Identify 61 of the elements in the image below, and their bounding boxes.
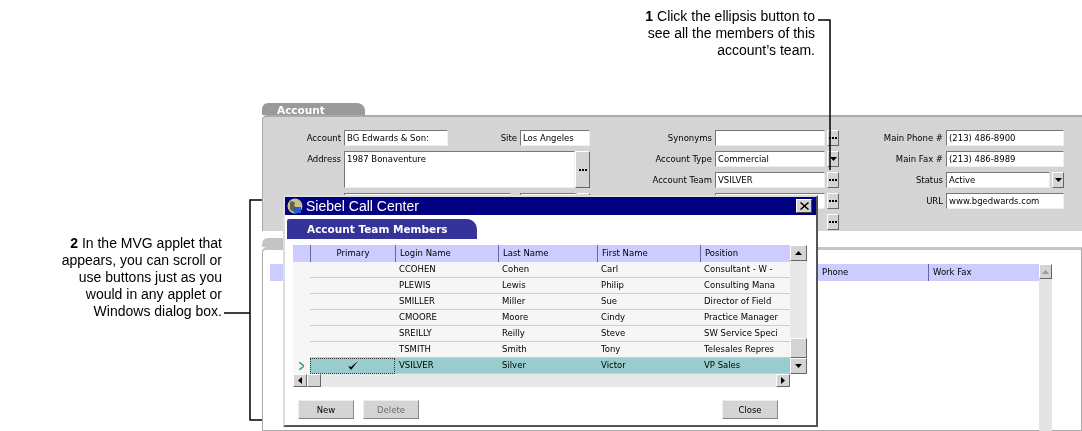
- field-label: Address: [306, 153, 341, 166]
- address-field[interactable]: 1987 Bonaventure: [344, 151, 575, 188]
- ellipsis-button[interactable]: [575, 151, 590, 188]
- scroll-up-button[interactable]: [790, 245, 807, 261]
- field-label: URL: [925, 195, 943, 208]
- scrollbar[interactable]: [293, 374, 790, 387]
- input-field[interactable]: VSILVER: [715, 172, 825, 188]
- scrollbar[interactable]: [1039, 264, 1052, 431]
- input-field[interactable]: Active: [946, 172, 1050, 188]
- callout-text: 2 In the MVG applet that appears, you can scroll or use buttons just as you would in any applet or Windows dialog box.: [60, 235, 222, 320]
- table-row[interactable]: VSILVER Silver Victor VP Sales: [293, 358, 790, 374]
- scroll-right-button[interactable]: [776, 374, 790, 387]
- column-header[interactable]: Work Fax: [929, 264, 1039, 281]
- scrollbar-thumb[interactable]: [307, 374, 321, 387]
- scrollbar-thumb[interactable]: [790, 338, 807, 358]
- ellipsis-icon: [578, 168, 587, 171]
- field-label: Account Team: [651, 174, 712, 187]
- ellipsis-button[interactable]: [827, 193, 839, 209]
- field-label: Account: [305, 132, 341, 145]
- caret-icon: [795, 251, 802, 255]
- field-label: Synonyms: [666, 132, 712, 145]
- field-label: Main Fax #: [894, 153, 943, 166]
- table-row[interactable]: CCOHEN Cohen Carl Consultant - W -: [293, 262, 790, 278]
- account-field[interactable]: BG Edwards & Son:: [344, 130, 448, 146]
- column-header[interactable]: Phone: [818, 264, 929, 281]
- applet-tab[interactable]: Account Team Members: [287, 219, 477, 239]
- caret-icon: [795, 364, 802, 368]
- input-field[interactable]: [715, 130, 825, 146]
- caret-icon: [298, 377, 302, 384]
- action-button[interactable]: Close: [722, 400, 778, 419]
- field-label: Status: [914, 174, 943, 187]
- site-field[interactable]: Los Angeles: [520, 130, 590, 146]
- window-title: Siebel Call Center: [306, 198, 419, 214]
- callout-text: 1 Click the ellipsis button to see all the members of this account’s team.: [644, 8, 815, 59]
- caret-icon: [1054, 178, 1062, 182]
- scroll-left-button[interactable]: [293, 374, 307, 387]
- table-row[interactable]: PLEWIS Lewis Philip Consulting Mana: [293, 278, 790, 294]
- table-row[interactable]: SREILLY Reilly Steve SW Service Speci: [293, 326, 790, 342]
- close-icon: [799, 202, 809, 210]
- input-field[interactable]: (213) 486-8989: [946, 151, 1064, 167]
- ellipsis-button[interactable]: [827, 214, 839, 230]
- close-button[interactable]: [796, 199, 812, 213]
- row-pointer-icon: [299, 362, 304, 370]
- action-button[interactable]: New: [298, 400, 354, 419]
- table-row[interactable]: CMOORE Moore Cindy Practice Manager: [293, 310, 790, 326]
- globe-icon: [287, 198, 303, 214]
- input-field[interactable]: (213) 486-8900: [946, 130, 1064, 146]
- caret-icon: [1042, 269, 1049, 274]
- dropdown-button[interactable]: [1052, 172, 1064, 188]
- field-label: Main Phone #: [882, 132, 943, 145]
- table-row[interactable]: TSMITH Smith Tony Telesales Repres: [293, 342, 790, 358]
- caret-icon: [829, 157, 837, 161]
- input-field[interactable]: Commercial: [715, 151, 825, 167]
- table-row[interactable]: SMILLER Miller Sue Director of Field: [293, 294, 790, 310]
- field-label: Site: [499, 132, 517, 145]
- ellipsis-button[interactable]: [827, 172, 839, 188]
- scrollbar[interactable]: [790, 245, 807, 374]
- input-field[interactable]: www.bgedwards.com: [946, 193, 1064, 209]
- caret-icon: [781, 377, 785, 384]
- scroll-down-button[interactable]: [790, 358, 807, 374]
- field-label: Account Type: [654, 153, 712, 166]
